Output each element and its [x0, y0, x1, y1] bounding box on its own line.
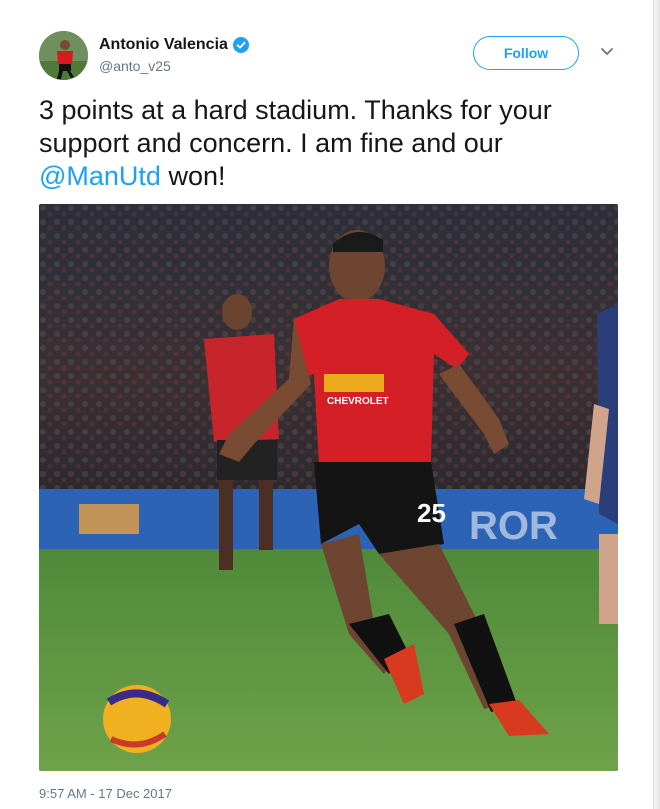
account-handle[interactable]: @anto_v25: [99, 58, 249, 74]
svg-text:ROR: ROR: [469, 504, 558, 548]
avatar[interactable]: [39, 31, 88, 80]
avatar-image: [39, 31, 88, 80]
shirt-sponsor: CHEVROLET: [327, 396, 389, 407]
tweet-photo[interactable]: ROR CHEVROLET 25: [39, 204, 618, 771]
tweet-text: 3 points at a hard stadium. Thanks for y…: [39, 94, 619, 193]
verified-badge-icon: [232, 37, 249, 53]
tweet-text-part1: 3 points at a hard stadium. Thanks for y…: [39, 95, 552, 158]
chevron-down-icon[interactable]: [600, 47, 614, 57]
photo-image: ROR CHEVROLET 25: [39, 204, 618, 771]
window-edge: [653, 0, 660, 809]
account-identity: Antonio Valencia @anto_v25: [99, 35, 249, 74]
mention-link[interactable]: @ManUtd: [39, 161, 161, 191]
shirt-number: 25: [417, 498, 446, 528]
display-name[interactable]: Antonio Valencia: [99, 36, 228, 54]
tweet-timestamp[interactable]: 9:57 AM - 17 Dec 2017: [39, 786, 172, 801]
follow-button[interactable]: Follow: [473, 36, 579, 70]
tweet-text-part2: won!: [160, 161, 226, 191]
